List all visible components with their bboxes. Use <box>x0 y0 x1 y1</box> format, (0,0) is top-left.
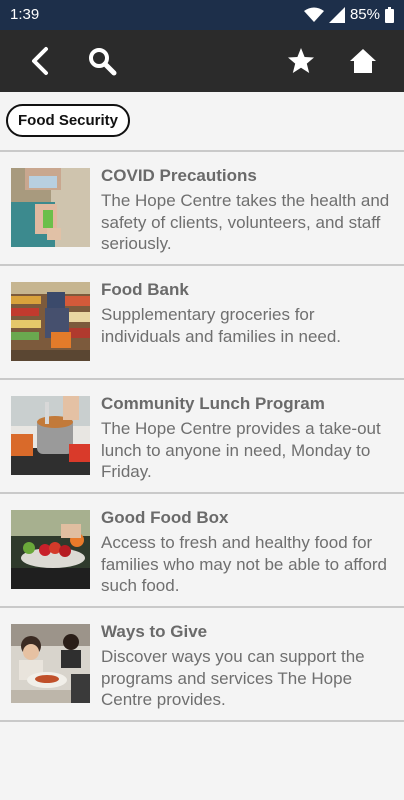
battery-icon <box>385 6 394 23</box>
star-icon <box>287 47 315 75</box>
list-item-description: Discover ways you can support the progra… <box>101 647 365 709</box>
list-item-title: COVID Precautions <box>101 166 257 185</box>
wifi-icon <box>303 7 324 23</box>
search-button[interactable] <box>74 30 130 92</box>
ways-to-give-thumbnail <box>11 624 90 703</box>
search-icon <box>87 46 117 76</box>
status-time: 1:39 <box>10 6 40 23</box>
list-item-title: Good Food Box <box>101 508 229 527</box>
category-chip-food-security[interactable]: Food Security <box>6 104 131 137</box>
list-item-covid-precautions[interactable]: COVID Precautions The Hope Centre takes … <box>0 152 404 266</box>
list-item-title: Ways to Give <box>101 622 208 641</box>
list-item-title: Community Lunch Program <box>101 394 325 413</box>
list-item-community-lunch[interactable]: Community Lunch Program The Hope Centre … <box>0 380 404 494</box>
status-icons: 85% <box>303 6 394 23</box>
covid-precautions-thumbnail <box>11 168 90 247</box>
battery-percent: 85% <box>349 6 380 23</box>
home-icon <box>349 47 377 75</box>
list-item-food-bank[interactable]: Food Bank Supplementary groceries for in… <box>0 266 404 380</box>
list-item-description: The Hope Centre takes the health and saf… <box>101 191 390 253</box>
chip-row: Food Security <box>0 92 404 150</box>
list-item-description: Supplementary groceries for individuals … <box>101 305 342 346</box>
back-button[interactable] <box>12 30 68 92</box>
home-button[interactable] <box>335 30 391 92</box>
list-item-good-food-box[interactable]: Good Food Box Access to fresh and health… <box>0 494 404 608</box>
list-item-description: The Hope Centre provides a take-out lunc… <box>101 419 381 481</box>
app-bar <box>0 30 404 92</box>
community-lunch-thumbnail <box>11 396 90 475</box>
food-bank-thumbnail <box>11 282 90 361</box>
signal-icon <box>328 6 345 23</box>
program-list: COVID Precautions The Hope Centre takes … <box>0 150 404 722</box>
favorite-button[interactable] <box>273 30 329 92</box>
back-icon <box>28 46 52 76</box>
list-item-ways-to-give[interactable]: Ways to Give Discover ways you can suppo… <box>0 608 404 722</box>
list-item-title: Food Bank <box>101 280 189 299</box>
status-bar: 1:39 85% <box>0 0 404 30</box>
list-item-description: Access to fresh and healthy food for fam… <box>101 533 388 595</box>
good-food-box-thumbnail <box>11 510 90 589</box>
